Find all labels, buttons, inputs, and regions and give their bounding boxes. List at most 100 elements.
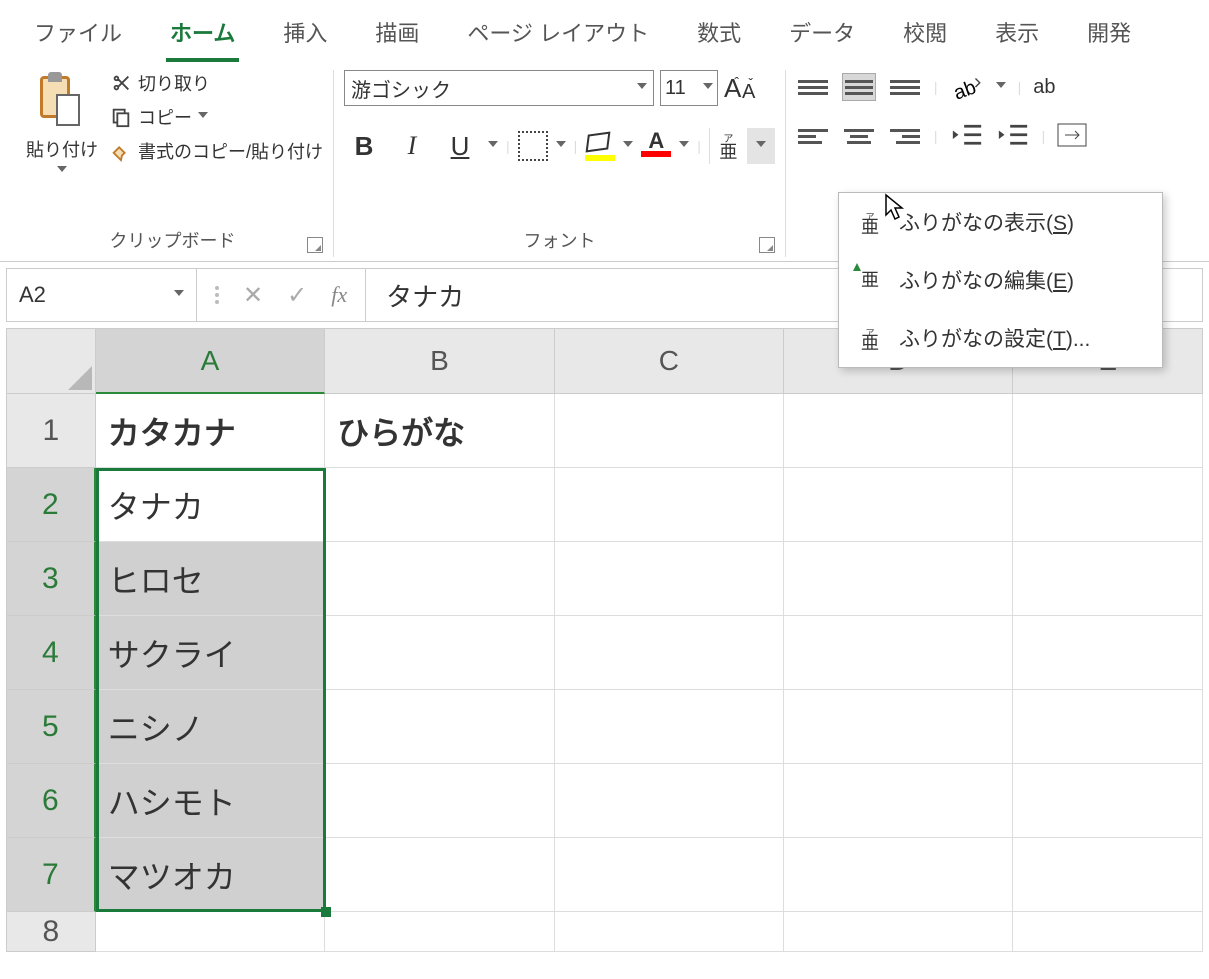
column-header-C[interactable]: C: [555, 328, 784, 394]
cell-B3[interactable]: [325, 542, 554, 616]
tab-data[interactable]: データ: [785, 10, 859, 62]
tab-draw[interactable]: 描画: [371, 10, 423, 62]
dialog-launcher-icon[interactable]: [307, 237, 323, 253]
cell-C6[interactable]: [555, 764, 784, 838]
cell-B7[interactable]: [325, 838, 554, 912]
row-header-3[interactable]: 3: [6, 542, 96, 616]
cell-A1[interactable]: カタカナ: [96, 394, 325, 468]
chevron-down-icon[interactable]: [623, 141, 633, 151]
cut-button[interactable]: 切り取り: [110, 70, 323, 96]
cell-B8[interactable]: [325, 912, 554, 952]
align-left-button[interactable]: [796, 122, 830, 150]
accept-formula-button[interactable]: ✓: [287, 281, 307, 310]
align-right-button[interactable]: [888, 122, 922, 150]
dialog-launcher-icon[interactable]: [759, 237, 775, 253]
merge-button[interactable]: [1057, 123, 1087, 150]
cell-B1[interactable]: ひらがな: [325, 394, 554, 468]
align-bottom-button[interactable]: [888, 73, 922, 101]
row-header-2[interactable]: 2: [6, 468, 96, 542]
cell-B4[interactable]: [325, 616, 554, 690]
cell-C5[interactable]: [555, 690, 784, 764]
borders-button[interactable]: [518, 131, 548, 161]
cell-E8[interactable]: [1013, 912, 1203, 952]
cell-B2[interactable]: [325, 468, 554, 542]
cell-E5[interactable]: [1013, 690, 1203, 764]
cell-E7[interactable]: [1013, 838, 1203, 912]
cell-E6[interactable]: [1013, 764, 1203, 838]
cell-A6[interactable]: ハシモト: [96, 764, 325, 838]
tab-file[interactable]: ファイル: [30, 10, 126, 62]
paste-button[interactable]: 貼り付け: [22, 70, 102, 180]
decrease-font-button[interactable]: Aˇ: [742, 81, 752, 104]
cell-D6[interactable]: [784, 764, 1013, 838]
cell-B5[interactable]: [325, 690, 554, 764]
name-box[interactable]: A2: [7, 269, 197, 321]
tab-view[interactable]: 表示: [991, 10, 1043, 62]
cell-A2[interactable]: タナカ: [96, 468, 325, 542]
cell-D4[interactable]: [784, 616, 1013, 690]
cell-D1[interactable]: [784, 394, 1013, 468]
chevron-down-icon[interactable]: [679, 141, 689, 151]
fill-color-button[interactable]: [585, 131, 615, 161]
cell-B6[interactable]: [325, 764, 554, 838]
select-all-corner[interactable]: [6, 328, 96, 394]
cell-D2[interactable]: [784, 468, 1013, 542]
cell-D8[interactable]: [784, 912, 1013, 952]
cell-A5[interactable]: ニシノ: [96, 690, 325, 764]
fx-icon[interactable]: fx: [331, 282, 347, 308]
cell-D7[interactable]: [784, 838, 1013, 912]
cell-C1[interactable]: [555, 394, 784, 468]
phonetic-button[interactable]: ア亜: [709, 128, 739, 164]
cell-A8[interactable]: [96, 912, 325, 952]
font-color-button[interactable]: A: [641, 131, 671, 161]
cell-E2[interactable]: [1013, 468, 1203, 542]
align-top-button[interactable]: [796, 73, 830, 101]
increase-font-button[interactable]: Aˆ: [724, 73, 738, 104]
selection-handle[interactable]: [321, 907, 331, 917]
row-header-4[interactable]: 4: [6, 616, 96, 690]
phonetic-settings-item[interactable]: ア亜 ふりがなの設定(T)...: [839, 309, 1162, 367]
row-header-6[interactable]: 6: [6, 764, 96, 838]
align-middle-button[interactable]: [842, 73, 876, 101]
chevron-down-icon[interactable]: [556, 141, 566, 151]
chevron-down-icon[interactable]: [996, 82, 1006, 92]
increase-indent-button[interactable]: [996, 122, 1030, 150]
copy-button[interactable]: コピー: [110, 104, 323, 130]
wrap-text-button[interactable]: ab: [1033, 76, 1055, 99]
tab-insert[interactable]: 挿入: [279, 10, 331, 62]
row-header-8[interactable]: 8: [6, 912, 96, 952]
cell-C7[interactable]: [555, 838, 784, 912]
cell-A4[interactable]: サクライ: [96, 616, 325, 690]
column-header-B[interactable]: B: [325, 328, 554, 394]
bold-button[interactable]: B: [344, 126, 384, 166]
cell-A7[interactable]: マツオカ: [96, 838, 325, 912]
cell-D5[interactable]: [784, 690, 1013, 764]
cell-E4[interactable]: [1013, 616, 1203, 690]
cancel-formula-button[interactable]: ✕: [243, 281, 263, 310]
cell-D3[interactable]: [784, 542, 1013, 616]
format-painter-button[interactable]: 書式のコピー/貼り付け: [110, 138, 323, 164]
column-header-A[interactable]: A: [96, 328, 325, 394]
align-center-button[interactable]: [842, 122, 876, 150]
font-name-select[interactable]: 游ゴシック: [344, 70, 654, 106]
underline-button[interactable]: U: [440, 126, 480, 166]
tab-home[interactable]: ホーム: [166, 10, 239, 62]
font-size-select[interactable]: 11: [660, 70, 718, 106]
expand-formula-icon[interactable]: [215, 286, 219, 304]
tab-developer[interactable]: 開発: [1083, 10, 1135, 62]
cell-C8[interactable]: [555, 912, 784, 952]
cell-E1[interactable]: [1013, 394, 1203, 468]
cell-C2[interactable]: [555, 468, 784, 542]
tab-review[interactable]: 校閲: [899, 10, 951, 62]
row-header-1[interactable]: 1: [6, 394, 96, 468]
italic-button[interactable]: I: [392, 126, 432, 166]
cell-C3[interactable]: [555, 542, 784, 616]
phonetic-dropdown-button[interactable]: [747, 128, 775, 164]
row-header-7[interactable]: 7: [6, 838, 96, 912]
phonetic-edit-item[interactable]: 亜 ふりがなの編集(E): [839, 251, 1162, 309]
cell-A3[interactable]: ヒロセ: [96, 542, 325, 616]
cell-C4[interactable]: [555, 616, 784, 690]
row-header-5[interactable]: 5: [6, 690, 96, 764]
cell-E3[interactable]: [1013, 542, 1203, 616]
tab-page-layout[interactable]: ページ レイアウト: [463, 10, 653, 62]
